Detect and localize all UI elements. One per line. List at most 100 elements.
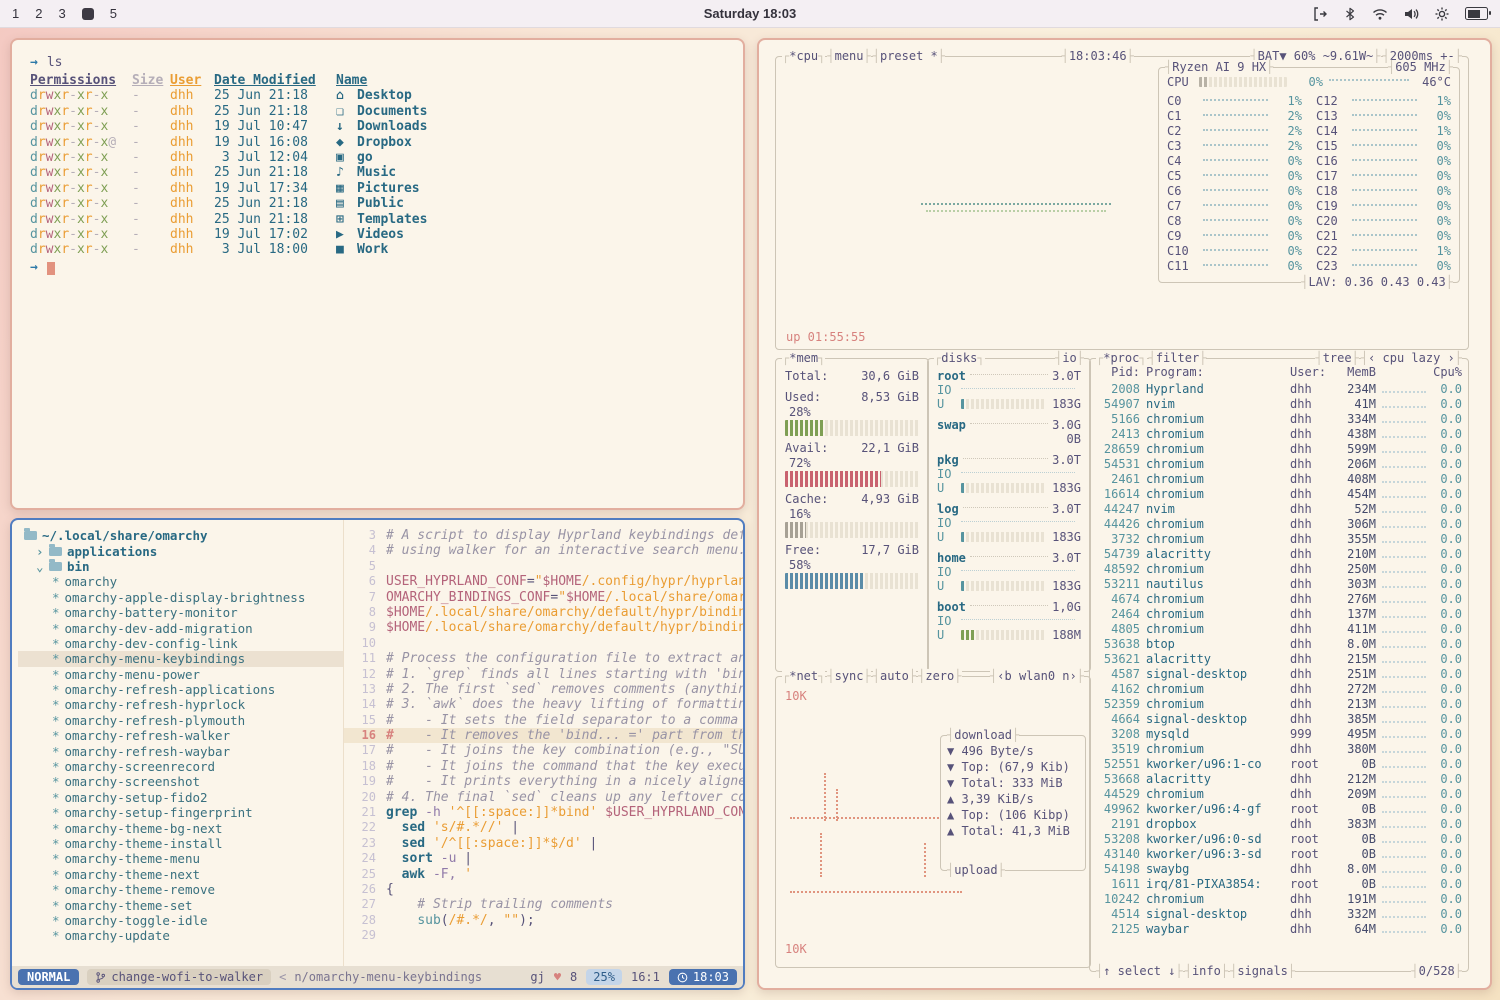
io-label[interactable]: ┤io├ xyxy=(1055,351,1084,366)
process-row[interactable]: 4514signal-desktopdhh332M0.0 xyxy=(1096,907,1462,922)
process-row[interactable]: 48592chromiumdhh250M0.0 xyxy=(1096,562,1462,577)
code-line[interactable]: 10 xyxy=(344,636,743,651)
auto-label[interactable]: ┤auto├ xyxy=(873,669,916,684)
process-row[interactable]: 28659chromiumdhh599M0.0 xyxy=(1096,442,1462,457)
tree-file-item[interactable]: *omarchy-theme-next xyxy=(18,867,343,882)
process-row[interactable]: 53621alacrittydhh215M0.0 xyxy=(1096,652,1462,667)
code-line[interactable]: 27 # Strip trailing comments xyxy=(344,897,743,912)
tree-file-item[interactable]: *omarchy xyxy=(18,574,343,589)
process-row[interactable]: 10242chromiumdhh191M0.0 xyxy=(1096,892,1462,907)
tree-file-item[interactable]: *omarchy-menu-keybindings xyxy=(18,651,343,666)
zero-label[interactable]: ┤zero├ xyxy=(918,669,961,684)
code-line[interactable]: 22 sed 's/#.*//' | xyxy=(344,820,743,835)
code-line[interactable]: 6USER_HYPRLAND_CONF="$HOME/.config/hypr/… xyxy=(344,574,743,589)
bluetooth-icon[interactable] xyxy=(1343,6,1357,22)
signals-label[interactable]: ┤signals├ xyxy=(1230,964,1295,979)
workspace-5[interactable]: 5 xyxy=(110,6,117,21)
tree-file-item[interactable]: *omarchy-battery-monitor xyxy=(18,605,343,620)
process-row[interactable]: 43140kworker/u96:3-sdroot0B0.0 xyxy=(1096,847,1462,862)
file-tree-panel[interactable]: ~/.local/share/omarchy›applications⌄bin*… xyxy=(12,520,344,966)
tree-file-item[interactable]: *omarchy-theme-remove xyxy=(18,882,343,897)
tree-file-item[interactable]: *omarchy-theme-set xyxy=(18,897,343,912)
info-label[interactable]: ┤info├ xyxy=(1185,964,1228,979)
code-line[interactable]: 21grep -h '^[[:space:]]*bind' $USER_HYPR… xyxy=(344,805,743,820)
file-name[interactable]: ■Work xyxy=(336,242,388,257)
process-row[interactable]: 3208mysqld999495M0.0 xyxy=(1096,727,1462,742)
process-row[interactable]: 54739alacrittydhh210M0.0 xyxy=(1096,547,1462,562)
tree-file-item[interactable]: *omarchy-setup-fido2 xyxy=(18,790,343,805)
tree-file-item[interactable]: *omarchy-dev-config-link xyxy=(18,636,343,651)
process-row[interactable]: 2125waybardhh64M0.0 xyxy=(1096,922,1462,937)
header-cpu[interactable]: Cpu% xyxy=(1432,365,1462,380)
file-name[interactable]: ♪Music xyxy=(336,165,396,180)
tree-label[interactable]: ┤tree├ xyxy=(1315,351,1358,366)
prompt-line-empty[interactable]: → xyxy=(30,260,725,277)
workspace-3[interactable]: 3 xyxy=(58,6,65,21)
filter-label[interactable]: ┤filter├ xyxy=(1149,351,1207,366)
code-line[interactable]: 28 sub(/#.*/, ""); xyxy=(344,913,743,928)
logout-icon[interactable] xyxy=(1312,6,1328,22)
code-line[interactable]: 17# - It joins the key combination (e.g.… xyxy=(344,743,743,758)
code-line[interactable]: 8$HOME/.local/share/omarchy/default/hypr… xyxy=(344,605,743,620)
battery-icon[interactable] xyxy=(1465,7,1488,20)
process-row[interactable]: 54531chromiumdhh206M0.0 xyxy=(1096,457,1462,472)
process-row[interactable]: 4805chromiumdhh411M0.0 xyxy=(1096,622,1462,637)
process-row[interactable]: 52359chromiumdhh213M0.0 xyxy=(1096,697,1462,712)
tree-file-item[interactable]: *omarchy-toggle-idle xyxy=(18,913,343,928)
tree-file-item[interactable]: *omarchy-menu-power xyxy=(18,667,343,682)
process-row[interactable]: 4587signal-desktopdhh251M0.0 xyxy=(1096,667,1462,682)
tree-folder-item[interactable]: ⌄bin xyxy=(18,559,343,574)
process-row[interactable]: 5166chromiumdhh334M0.0 xyxy=(1096,412,1462,427)
file-name[interactable]: ◆Dropbox xyxy=(336,135,412,150)
tree-file-item[interactable]: *omarchy-theme-install xyxy=(18,836,343,851)
process-row[interactable]: 3732chromiumdhh355M0.0 xyxy=(1096,532,1462,547)
process-row[interactable]: 2464chromiumdhh137M0.0 xyxy=(1096,607,1462,622)
workspace-4-active-indicator[interactable] xyxy=(82,8,94,20)
process-row[interactable]: 4162chromiumdhh272M0.0 xyxy=(1096,682,1462,697)
code-line[interactable]: 4# using walker for an interactive searc… xyxy=(344,543,743,558)
code-line[interactable]: 24 sort -u | xyxy=(344,851,743,866)
code-line[interactable]: 16# - It removes the 'bind... =' part fr… xyxy=(344,728,743,743)
process-row[interactable]: 44247nvimdhh52M0.0 xyxy=(1096,502,1462,517)
code-line[interactable]: 18# - It joins the command that the key … xyxy=(344,759,743,774)
tree-file-item[interactable]: *omarchy-screenrecord xyxy=(18,759,343,774)
code-line[interactable]: 19# - It prints everything in a nicely a… xyxy=(344,774,743,789)
tree-file-item[interactable]: *omarchy-refresh-plymouth xyxy=(18,713,343,728)
tree-file-item[interactable]: *omarchy-dev-add-migration xyxy=(18,620,343,635)
code-editor[interactable]: 3# A script to display Hyprland keybindi… xyxy=(344,520,743,966)
process-row[interactable]: 49962kworker/u96:4-gfroot0B0.0 xyxy=(1096,802,1462,817)
workspace-1[interactable]: 1 xyxy=(12,6,19,21)
code-line[interactable]: 29 xyxy=(344,928,743,943)
process-row[interactable]: 2191dropboxdhh383M0.0 xyxy=(1096,817,1462,832)
sync-label[interactable]: ┤sync├ xyxy=(827,669,870,684)
b-wlan0-n-label[interactable]: ┤‹b wlan0 n›├ xyxy=(990,669,1084,684)
code-line[interactable]: 3# A script to display Hyprland keybindi… xyxy=(344,528,743,543)
terminal-content[interactable]: → ls Permissions Size User Date Modified… xyxy=(12,40,743,291)
code-line[interactable]: 7OMARCHY_BINDINGS_CONF="$HOME/.local/sha… xyxy=(344,590,743,605)
process-row[interactable]: 1611irq/81-PIXA3854:root0B0.0 xyxy=(1096,877,1462,892)
header-memb[interactable]: MemB xyxy=(1332,365,1376,380)
tree-file-item[interactable]: *omarchy-refresh-waybar xyxy=(18,743,343,758)
process-row[interactable]: 16614chromiumdhh454M0.0 xyxy=(1096,487,1462,502)
header-program[interactable]: Program: xyxy=(1146,365,1290,380)
process-row[interactable]: 52551kworker/u96:1-coroot0B0.0 xyxy=(1096,757,1462,772)
code-line[interactable]: 20# 4. The final `sed` cleans up any lef… xyxy=(344,790,743,805)
code-line[interactable]: 11# Process the configuration file to ex… xyxy=(344,651,743,666)
code-line[interactable]: 12# 1. `grep` finds all lines starting w… xyxy=(344,667,743,682)
wifi-icon[interactable] xyxy=(1372,6,1388,22)
process-row[interactable]: 4664signal-desktopdhh385M0.0 xyxy=(1096,712,1462,727)
process-row[interactable]: 54907nvimdhh41M0.0 xyxy=(1096,397,1462,412)
terminal-window[interactable]: → ls Permissions Size User Date Modified… xyxy=(10,38,745,510)
settings-icon[interactable] xyxy=(1434,6,1450,22)
code-line[interactable]: 23 sed '/^[[:space:]]*$/d' | xyxy=(344,836,743,851)
tree-file-item[interactable]: *omarchy-setup-fingerprint xyxy=(18,805,343,820)
tree-file-item[interactable]: *omarchy-update xyxy=(18,928,343,943)
code-line[interactable]: 14# 3. `awk` does the heavy lifting of f… xyxy=(344,697,743,712)
process-row[interactable]: 3519chromiumdhh380M0.0 xyxy=(1096,742,1462,757)
tree-file-item[interactable]: *omarchy-refresh-applications xyxy=(18,682,343,697)
code-line[interactable]: 25 awk -F, ' xyxy=(344,867,743,882)
tree-file-item[interactable]: *omarchy-apple-display-brightness xyxy=(18,590,343,605)
process-row[interactable]: 2413chromiumdhh438M0.0 xyxy=(1096,427,1462,442)
code-line[interactable]: 13# 2. The first `sed` removes comments … xyxy=(344,682,743,697)
process-row[interactable]: 44426chromiumdhh306M0.0 xyxy=(1096,517,1462,532)
